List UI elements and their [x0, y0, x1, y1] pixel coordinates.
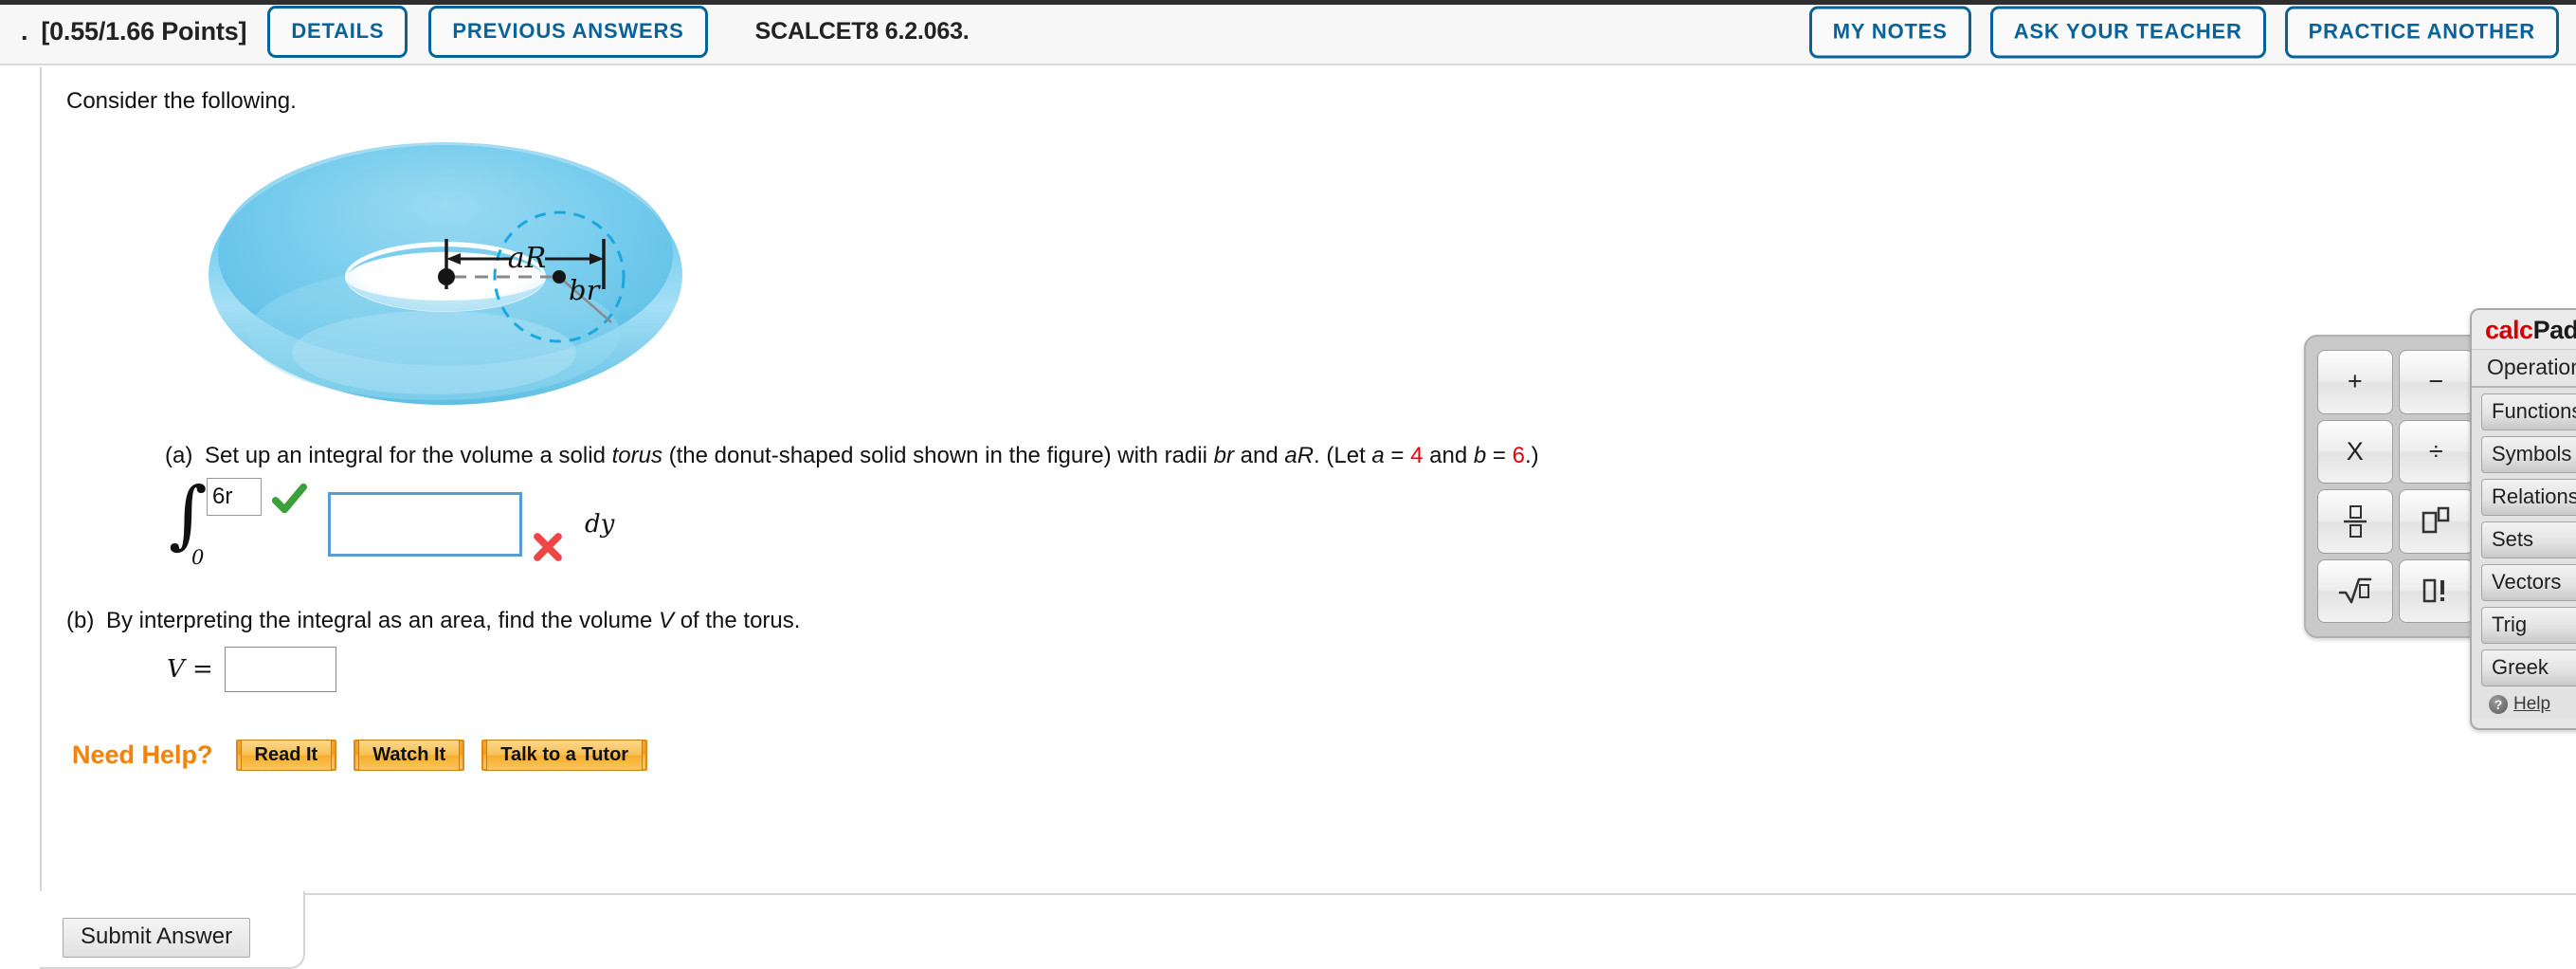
webassign-question-page: . [0.55/1.66 Points] DETAILS PREVIOUS ANS…	[0, 0, 2576, 969]
part-a-label: (a)	[165, 442, 193, 468]
plus-icon: +	[2347, 367, 2363, 396]
integrand-input[interactable]	[328, 491, 522, 557]
calcpad-category-relations[interactable]: Relations	[2481, 479, 2576, 516]
part-a-text-1: Set up an integral for the volume a soli…	[205, 442, 612, 468]
incorrect-x-icon	[534, 532, 562, 561]
factorial-icon	[2423, 579, 2445, 603]
question-number: .	[21, 17, 28, 46]
question-content-panel: Consider the following. aR br (a) Set up…	[40, 67, 2576, 902]
integral-glyph: ∫	[169, 471, 208, 558]
part-a-text-5: and	[1423, 442, 1474, 468]
talk-to-a-tutor-label: Talk to a Tutor	[486, 739, 644, 771]
calcpad-category-functions[interactable]: Functions	[2481, 393, 2576, 430]
divide-key[interactable]: ÷	[2398, 419, 2474, 484]
submit-divider	[305, 893, 2576, 895]
header-left-group: . [0.55/1.66 Points] DETAILS PREVIOUS ANS…	[21, 6, 970, 58]
integral-expression-row: ∫ 0 dy	[167, 477, 2576, 569]
calcpad-help-row[interactable]: ? Help	[2481, 692, 2576, 715]
label-aR: aR	[508, 242, 546, 275]
torus-word: torus	[611, 442, 662, 468]
radius-br: br	[1213, 442, 1234, 468]
read-it-label: Read It	[240, 739, 333, 771]
need-help-row: Need Help? Read It Watch It Talk to a Tu…	[72, 739, 2576, 771]
part-b-text: By interpreting the integral as an area,…	[106, 607, 800, 635]
calcpad-operations-keypad: + − X ÷	[2304, 335, 2487, 638]
exponent-key[interactable]	[2398, 489, 2474, 554]
part-b: (b) By interpreting the integral as an a…	[66, 607, 2576, 635]
ask-your-teacher-button[interactable]: ASK YOUR TEACHER	[1989, 6, 2266, 58]
volume-input[interactable]	[224, 646, 336, 692]
help-circle-icon: ?	[2489, 695, 2508, 714]
module-code: SCALCET8 6.2.063.	[754, 18, 970, 45]
correct-check-icon	[271, 483, 307, 514]
torus-svg: aR br	[209, 141, 682, 405]
part-b-label: (b)	[66, 607, 95, 633]
calcpad-title-pad: Pad	[2532, 316, 2576, 344]
submit-answer-button[interactable]: Submit Answer	[63, 918, 251, 958]
square-root-icon	[2338, 577, 2372, 604]
points-value: [0.55/1.66 Points]	[41, 17, 247, 46]
header-right-group: MY NOTES ASK YOUR TEACHER PRACTICE ANOTH…	[1808, 6, 2559, 58]
eq-b: =	[1486, 442, 1513, 468]
var-V: V	[659, 607, 675, 633]
part-b-text-1: By interpreting the integral as an area,…	[106, 607, 660, 633]
question-points: . [0.55/1.66 Points]	[21, 17, 247, 46]
var-a: a	[1371, 442, 1385, 468]
intro-text: Consider the following.	[66, 88, 297, 114]
torus-figure: aR br	[180, 133, 711, 417]
calcpad-category-greek[interactable]: Greek	[2481, 649, 2576, 686]
minus-key[interactable]: −	[2398, 350, 2474, 414]
question-header-bar: . [0.55/1.66 Points] DETAILS PREVIOUS ANS…	[0, 0, 2576, 65]
multiply-key[interactable]: X	[2317, 419, 2393, 484]
calcpad-operations-header: Operations	[2472, 350, 2576, 386]
fraction-icon	[2343, 504, 2367, 538]
previous-answers-button[interactable]: PREVIOUS ANSWERS	[428, 6, 708, 58]
eq-a: =	[1384, 442, 1411, 468]
calcpad-category-sets[interactable]: Sets	[2481, 521, 2576, 558]
part-a: (a) Set up an integral for the volume a …	[165, 442, 2576, 470]
divide-icon: ÷	[2428, 436, 2443, 466]
calcpad-help-link[interactable]: Help	[2513, 694, 2550, 715]
multiply-icon: X	[2346, 436, 2364, 466]
part-a-text-6: .)	[1524, 442, 1539, 468]
var-b: b	[1473, 442, 1487, 468]
calcpad-category-vectors[interactable]: Vectors	[2481, 564, 2576, 601]
calcpad-category-symbols[interactable]: Symbols	[2481, 436, 2576, 473]
volume-answer-row: V =	[167, 646, 2576, 692]
practice-another-button[interactable]: PRACTICE ANOTHER	[2284, 6, 2559, 58]
read-it-button[interactable]: Read It	[235, 739, 337, 771]
calcpad-category-trig[interactable]: Trig	[2481, 607, 2576, 644]
part-a-text-4: . (Let	[1314, 442, 1372, 468]
talk-to-a-tutor-button[interactable]: Talk to a Tutor	[481, 739, 648, 771]
plus-key[interactable]: +	[2317, 350, 2393, 414]
integral-lower-limit: 0	[191, 545, 205, 569]
part-a-text-3: and	[1233, 442, 1285, 468]
watch-it-button[interactable]: Watch It	[354, 739, 465, 771]
sqrt-key[interactable]	[2317, 558, 2393, 623]
integral-upper-limit-input[interactable]	[207, 477, 262, 516]
label-br: br	[569, 274, 602, 306]
details-button[interactable]: DETAILS	[267, 6, 408, 58]
part-a-text-2: (the donut-shaped solid shown in the fig…	[662, 442, 1214, 468]
volume-equals-label: V =	[167, 654, 213, 684]
exponent-icon	[2422, 506, 2450, 533]
value-a: 4	[1410, 442, 1424, 468]
need-help-label: Need Help?	[72, 740, 213, 769]
integral-sign: ∫ 0	[167, 478, 208, 569]
part-b-text-2: of the torus.	[674, 607, 801, 633]
calcpad-title-calc: calc	[2485, 316, 2533, 344]
calcpad-title: calcPad	[2472, 310, 2576, 350]
radius-aR: aR	[1284, 442, 1315, 468]
part-a-text: Set up an integral for the volume a soli…	[205, 442, 1539, 470]
calcpad-panel: calcPad Operations Functions Symbols Rel…	[2470, 308, 2576, 730]
my-notes-button[interactable]: MY NOTES	[1808, 6, 1971, 58]
question-content-inner: Consider the following. aR br (a) Set up…	[42, 67, 2576, 771]
fraction-key[interactable]	[2317, 489, 2393, 554]
factorial-key[interactable]	[2398, 558, 2474, 623]
calcpad-category-list: Functions Symbols Relations Sets Vectors…	[2472, 386, 2576, 719]
watch-it-label: Watch It	[358, 739, 461, 771]
minus-icon: −	[2428, 367, 2444, 396]
differential-dy: dy	[585, 509, 615, 539]
value-b: 6	[1512, 442, 1525, 468]
